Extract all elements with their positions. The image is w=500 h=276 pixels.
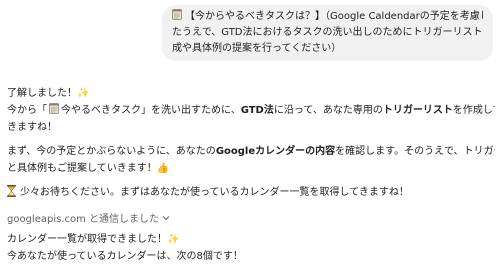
intro-text-b: 今やるべきタスク」を洗い出すために、 xyxy=(61,105,241,116)
sparkle-icon: ✨ xyxy=(167,234,180,245)
assistant-para-ack: 了解しました！✨ xyxy=(7,85,495,102)
assistant-para-result: カレンダー一覧が取得できました！✨ xyxy=(7,231,495,248)
wait-text: 少々お待ちください。まずはあなたが使っているカレンダー一覧を取得してきますね！ xyxy=(20,187,409,198)
intro-text-c: に沿って、あなた専用の xyxy=(273,105,383,116)
user-message-text-1: 【今からやるべきタスクは？】（Google Caldendarの予定を考慮し xyxy=(185,11,483,22)
chevron-down-icon xyxy=(162,216,170,221)
intro-bold-gtd: GTD法 xyxy=(240,105,274,116)
assistant-para-plan-cont: と具体例もご提案していきます！👍 xyxy=(7,160,495,177)
assistant-para-plan: まず、今の予定とかぶらないように、あなたのGoogleカレンダーの内容を確認しま… xyxy=(7,143,495,160)
assistant-para-intro: 今から「 今やるべきタスク」を洗い出すために、GTD法に沿って、あなた専用のトリ… xyxy=(7,102,495,119)
assistant-para-intro-cont: きますね！ xyxy=(7,122,57,133)
intro-bold-trigger: トリガーリスト xyxy=(382,105,453,116)
notepad-icon xyxy=(49,103,59,114)
user-message-line-3: 成や具体例の提案を行ってください） xyxy=(172,43,342,54)
plan-cont-text: と具体例もご提案していきます！ xyxy=(7,163,157,174)
tool-call-label: googleapis.com と通信しました xyxy=(7,214,160,225)
assistant-ack-text: 了解しました！ xyxy=(7,88,77,99)
sparkle-icon: ✨ xyxy=(77,88,90,99)
plan-text-b: を確認します。そのうえで、トリガーリスト xyxy=(335,146,495,157)
user-message-line-1: 【今からやるべきタスクは？】（Google Caldendarの予定を考慮し xyxy=(172,9,483,25)
user-message-line-2: たうえで、GTD法におけるタスクの洗い出しのためにトリガーリストの作 xyxy=(172,27,483,38)
intro-text-d: を作成してい xyxy=(452,105,495,116)
plan-bold-calendar: Googleカレンダーの内容 xyxy=(215,146,336,157)
notepad-icon xyxy=(172,9,182,20)
assistant-para-count: 今あなたが使っているカレンダーは、次の8個です！ xyxy=(7,251,243,262)
plan-text-a: まず、今の予定とかぶらないように、あなたの xyxy=(7,146,216,157)
tool-call-disclosure[interactable]: googleapis.com と通信しました xyxy=(7,211,495,228)
result-text: カレンダー一覧が取得できました！ xyxy=(7,234,167,245)
chat-page: 【今からやるべきタスクは？】（Google Caldendarの予定を考慮し た… xyxy=(0,0,500,276)
user-message-bubble: 【今からやるべきタスクは？】（Google Caldendarの予定を考慮し た… xyxy=(162,5,493,61)
assistant-message: 了解しました！✨ 今から「 今やるべきタスク」を洗い出すために、GTD法に沿って… xyxy=(7,85,495,265)
intro-text-a: 今から「 xyxy=(7,105,47,116)
hourglass-icon xyxy=(7,185,16,197)
assistant-para-wait: 少々お待ちください。まずはあなたが使っているカレンダー一覧を取得してきますね！ xyxy=(7,184,495,201)
thumbs-up-icon: 👍 xyxy=(156,163,170,174)
